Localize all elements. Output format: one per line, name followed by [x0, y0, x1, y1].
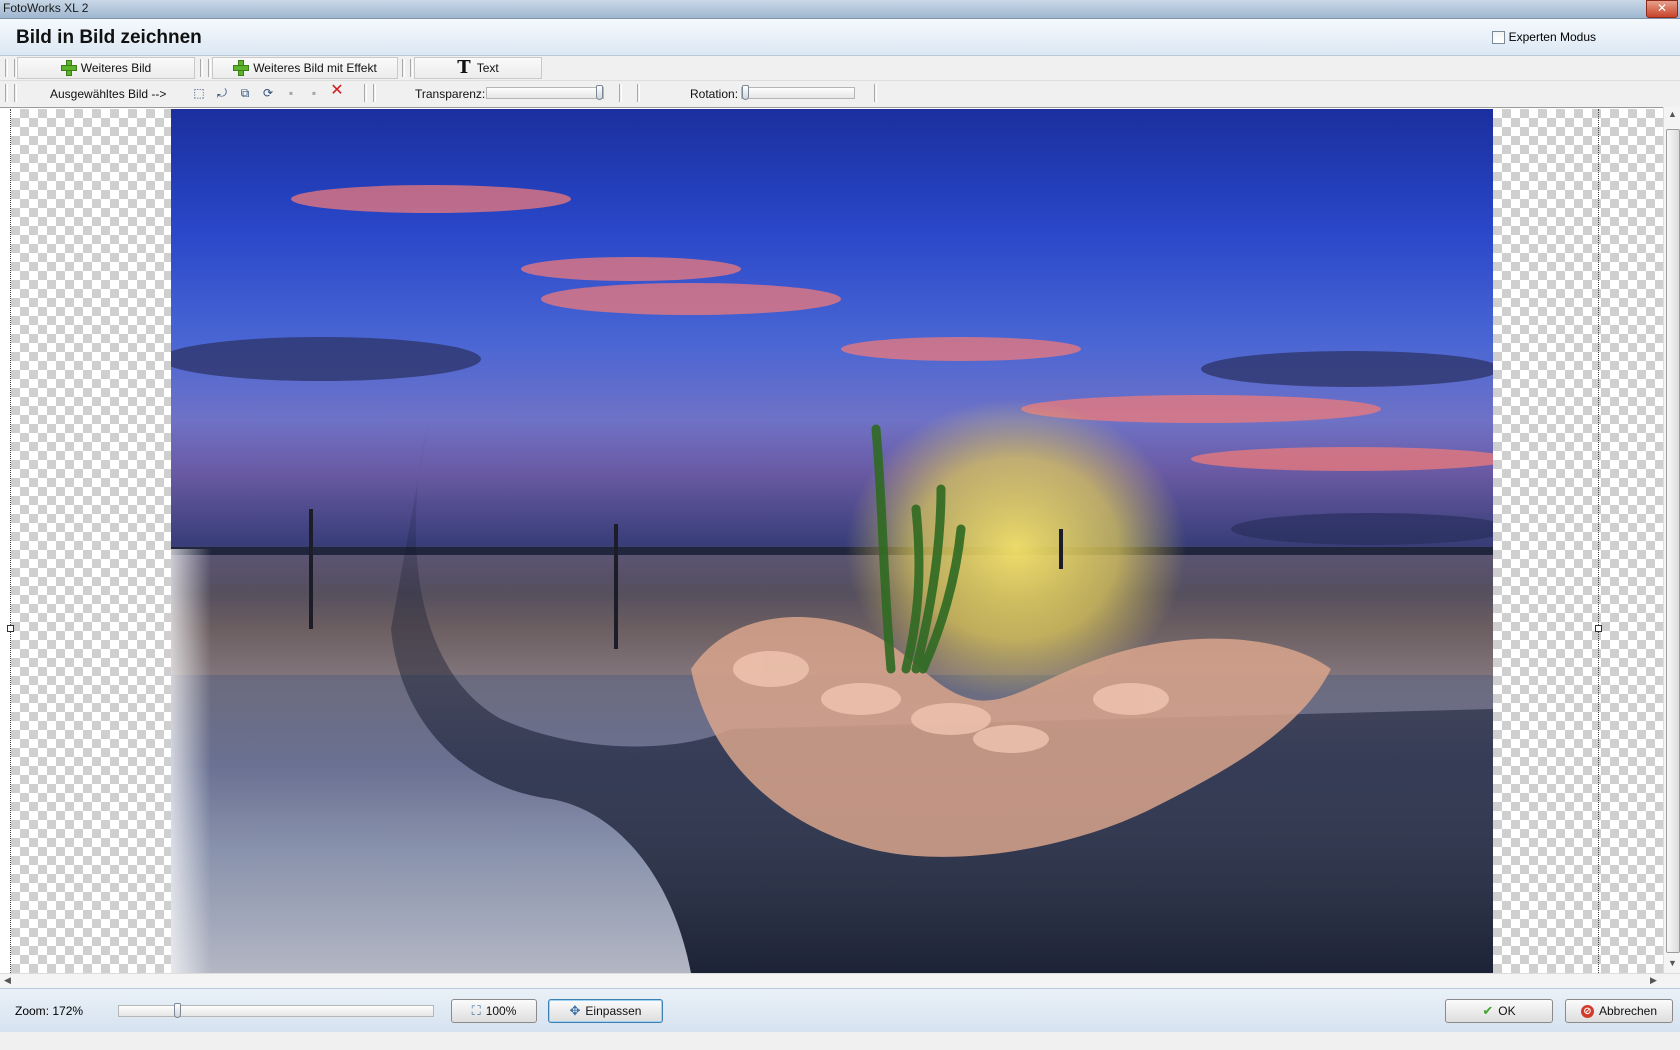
zoom-100-label: 100% [485, 1004, 517, 1018]
vertical-scroll-thumb[interactable] [1666, 129, 1680, 953]
expert-mode-label: Experten Modus [1508, 30, 1596, 44]
rotation-slider[interactable] [741, 85, 855, 100]
transparency-slider[interactable] [486, 85, 604, 100]
expert-mode-checkbox[interactable] [1491, 30, 1505, 44]
zoom-100-icon: ⛶ [471, 1003, 481, 1018]
rotation-slider-thumb[interactable] [742, 85, 749, 100]
zoom-label: Zoom: 172% [15, 1004, 84, 1018]
toolbar-separator [373, 84, 376, 102]
toolbar-separator [14, 84, 17, 102]
vertical-scrollbar[interactable]: ▲ ▼ [1663, 107, 1680, 973]
add-text-label: Text [476, 61, 499, 75]
toolbar-grip[interactable] [5, 59, 8, 77]
selection-border-left [10, 109, 11, 973]
fit-label: Einpassen [585, 1004, 642, 1018]
delete-icon[interactable]: ✕ [330, 83, 344, 99]
dialog-footer: Zoom: 172% ⛶ 100% ✥ Einpassen ✔ OK ⊘ Abb… [0, 988, 1680, 1033]
expert-mode-toggle[interactable]: Experten Modus [1491, 30, 1596, 44]
zoom-slider-thumb[interactable] [174, 1003, 181, 1018]
window-title: FotoWorks XL 2 [3, 1, 89, 15]
resize-handle-right[interactable] [1595, 625, 1602, 632]
transparency-label: Transparenz: [415, 87, 486, 101]
zoom-100-button[interactable]: ⛶ 100% [451, 999, 537, 1023]
composited-photo[interactable] [171, 109, 1493, 973]
add-image-button[interactable]: Weiteres Bild [17, 57, 195, 79]
rotation-label: Rotation: [690, 87, 739, 101]
layer-up-icon[interactable]: ▪ [307, 86, 321, 100]
scroll-left-icon[interactable]: ◀ [4, 975, 11, 986]
transparency-slider-thumb[interactable] [596, 85, 603, 100]
add-text-button[interactable]: T Text [414, 57, 542, 79]
plus-icon [60, 60, 77, 76]
transparent-area-left [11, 109, 171, 973]
resize-handle-left[interactable] [7, 625, 14, 632]
scroll-right-icon[interactable]: ▶ [1650, 975, 1657, 986]
fit-icon: ✥ [569, 1003, 581, 1018]
transparent-area-right [1493, 109, 1663, 973]
zoom-slider[interactable] [118, 1003, 434, 1018]
toolbar-separator [364, 84, 367, 102]
insert-toolbar: Weiteres Bild Weiteres Bild mit Effekt T… [0, 56, 1680, 81]
mirror-icon[interactable]: ⧉ [238, 86, 252, 100]
toolbar-separator [208, 59, 211, 77]
photo-artwork [171, 185, 1493, 973]
toolbar-separator [637, 84, 640, 102]
fit-button[interactable]: ✥ Einpassen [548, 999, 663, 1023]
close-icon: ✕ [1656, 1, 1668, 15]
cancel-label: Abbrechen [1598, 1004, 1658, 1018]
selected-image-toolbar: Ausgewähltes Bild --> ⬚ ⤾ ⧉ ⟳ ▪ ▪ ✕ Tran… [0, 81, 1680, 105]
toolbar-separator [619, 84, 622, 102]
page-title: Bild in Bild zeichnen [16, 27, 202, 48]
checkmark-icon: ✔ [1482, 1003, 1494, 1018]
scroll-down-icon[interactable]: ▼ [1668, 958, 1677, 968]
close-window-button[interactable]: ✕ [1646, 0, 1678, 18]
dialog-header: Bild in Bild zeichnen Experten Modus [0, 19, 1680, 56]
toolbar-separator [402, 59, 405, 77]
plus-icon [233, 60, 250, 76]
selected-image-label: Ausgewähltes Bild --> [50, 87, 167, 101]
toolbar-grip[interactable] [5, 84, 8, 102]
add-image-effect-label: Weiteres Bild mit Effekt [253, 61, 377, 75]
layer-down-icon[interactable]: ▪ [284, 86, 298, 100]
ok-label: OK [1498, 1004, 1516, 1018]
scroll-up-icon[interactable]: ▲ [1668, 109, 1677, 119]
add-image-label: Weiteres Bild [80, 61, 152, 75]
text-icon: T [457, 57, 471, 78]
crop-icon[interactable]: ⬚ [192, 86, 206, 100]
selection-border-right [1598, 109, 1599, 973]
toolbar-separator [874, 84, 877, 102]
toolbar-separator [410, 59, 413, 77]
window-titlebar: FotoWorks XL 2 ✕ [0, 0, 1680, 19]
editing-canvas[interactable] [0, 107, 1663, 974]
status-strip [0, 1032, 1680, 1050]
ok-button[interactable]: ✔ OK [1445, 999, 1553, 1023]
cancel-button[interactable]: ⊘ Abbrechen [1565, 999, 1673, 1023]
horizontal-scrollbar[interactable]: ◀ ▶ [0, 973, 1680, 988]
cancel-icon: ⊘ [1580, 1004, 1594, 1018]
flip-icon[interactable]: ⤾ [215, 86, 229, 100]
rotate-icon[interactable]: ⟳ [261, 86, 275, 100]
toolbar-separator [200, 59, 203, 77]
add-image-with-effect-button[interactable]: Weiteres Bild mit Effekt [212, 57, 398, 79]
